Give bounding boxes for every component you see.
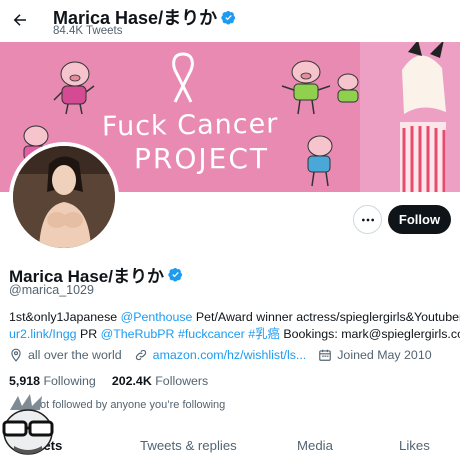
website: amazon.com/hz/wishlist/ls... [134,348,307,362]
bio-text: Pet/Award winner actress/spieglergirls&Y… [192,310,460,324]
profile-tabs: eets Tweets & replies Media Likes [0,428,460,460]
followers-label: Followers [155,374,209,388]
more-options-button[interactable] [353,205,382,234]
join-date-text: Joined May 2010 [337,348,432,362]
profile-header: Marica Hase/まりか 84.4K Tweets [0,0,460,42]
bio-text: PR [76,327,101,341]
tab-likes[interactable]: Likes [399,438,430,453]
follow-counts: 5,918 Following 202.4K Followers [9,374,224,388]
hashtag-link[interactable]: #乳癌 [248,327,280,341]
mention-link[interactable]: @Penthouse [121,310,193,324]
followed-by-info: ot followed by anyone you’re following [40,399,226,411]
following-label: Following [43,374,96,388]
link-icon [135,349,146,361]
calendar-icon [319,349,332,361]
website-link[interactable]: amazon.com/hz/wishlist/ls... [153,348,307,362]
avatar-photo [13,146,115,248]
back-button[interactable] [6,6,34,34]
bio-text: Bookings: mark@spieglergirls.com [279,327,460,341]
verified-badge-icon [221,10,236,24]
followers-link[interactable]: 202.4K Followers [112,374,208,388]
ellipsis-icon [361,218,374,221]
tab-tweets-replies[interactable]: Tweets & replies [140,438,237,453]
bio-line-1: 1st&only1Japanese @Penthouse Pet/Award w… [9,309,460,326]
following-link[interactable]: 5,918 Following [9,374,96,388]
pig-illustration-icon [281,60,331,115]
pig-illustration-icon [53,61,95,115]
verified-badge-icon [168,267,183,282]
banner-subheadline: PROJECT [134,142,269,175]
profile-handle: @marica_1029 [9,283,94,297]
banner-photo [360,42,460,192]
join-date: Joined May 2010 [318,348,432,362]
arrow-left-icon [13,14,26,26]
url-link[interactable]: ur2.link/Ingg [9,327,77,341]
pig-illustration-icon [307,135,333,187]
mention-link[interactable]: @TheRubPR [101,327,175,341]
hashtag-link[interactable]: #fuckcancer [178,327,245,341]
tab-media[interactable]: Media [297,438,333,453]
banner-headline: Fuck Cancer [101,108,279,143]
followers-count: 202.4K [111,374,152,388]
following-count: 5,918 [9,374,41,388]
tweet-count: 84.4K Tweets [53,25,123,37]
mascot-watermark-icon [2,394,54,455]
avatar[interactable] [9,142,119,252]
location-pin-icon [11,348,21,362]
profile-meta: all over the world amazon.com/hz/wishlis… [9,348,444,362]
profile-bio: 1st&only1Japanese @Penthouse Pet/Award w… [9,309,460,343]
cancer-ribbon-icon [172,52,194,103]
bio-text: 1st&only1Japanese [9,310,121,324]
bio-line-2: ur2.link/Ingg PR @TheRubPR #fuckcancer #… [9,326,460,343]
location: all over the world [9,348,122,362]
follow-button[interactable]: Follow [388,205,451,234]
location-text: all over the world [28,348,122,362]
